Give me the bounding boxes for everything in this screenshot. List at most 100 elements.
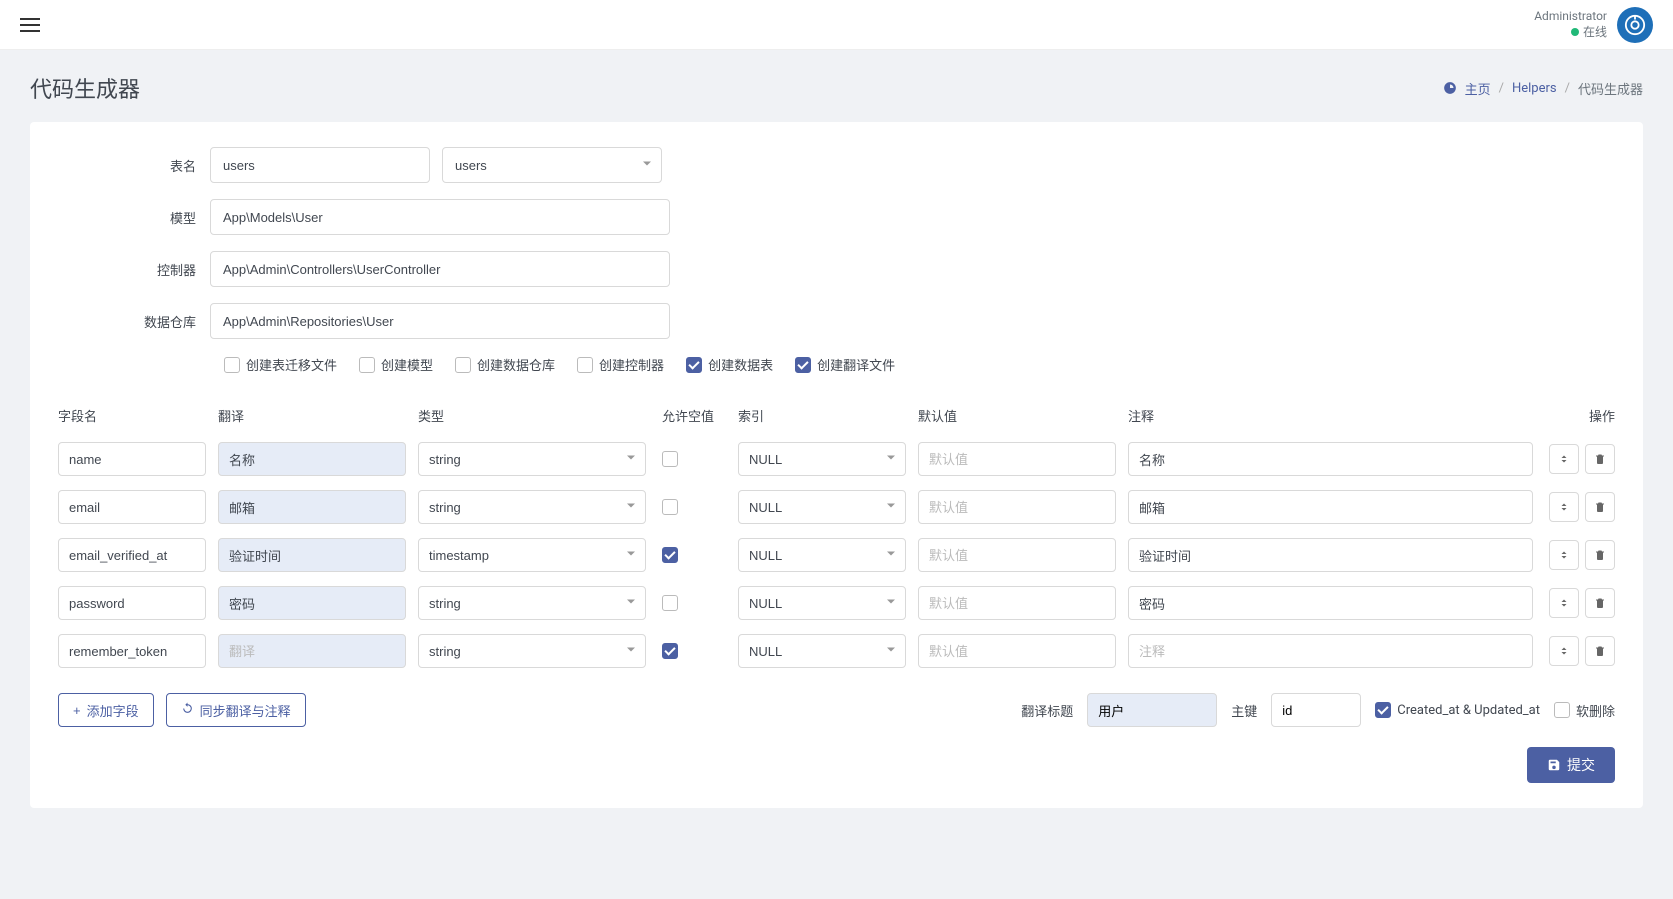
- table-row: [50, 579, 1623, 627]
- sort-button[interactable]: [1549, 540, 1579, 570]
- user-box[interactable]: Administrator 在线: [1534, 7, 1653, 43]
- breadcrumb: 主页 / Helpers / 代码生成器: [1443, 79, 1643, 98]
- field-index-select[interactable]: [738, 586, 906, 620]
- delete-button[interactable]: [1585, 540, 1615, 570]
- field-type-select[interactable]: [418, 490, 646, 524]
- user-name: Administrator: [1534, 9, 1607, 23]
- field-translation-input[interactable]: [218, 490, 406, 524]
- field-nullable-checkbox[interactable]: [662, 499, 678, 515]
- breadcrumb-home[interactable]: 主页: [1465, 79, 1491, 98]
- repo-label: 数据仓库: [50, 312, 210, 331]
- sort-icon: [1558, 645, 1570, 657]
- field-default-input[interactable]: [918, 634, 1116, 668]
- page-header: 代码生成器 主页 / Helpers / 代码生成器: [0, 50, 1673, 122]
- save-icon: [1547, 758, 1561, 772]
- breadcrumb-helpers[interactable]: Helpers: [1512, 81, 1557, 96]
- field-comment-input[interactable]: [1128, 586, 1533, 620]
- softdelete-checkbox[interactable]: 软删除: [1554, 701, 1615, 720]
- trans-title-label: 翻译标题: [1021, 701, 1073, 720]
- field-translation-input[interactable]: [218, 634, 406, 668]
- form-card: 表名 模型 控制器 数据仓库 创建表迁移文件 创建模型 创建数据仓库 创建控制器 创建数…: [30, 122, 1643, 808]
- breadcrumb-current: 代码生成器: [1578, 79, 1643, 98]
- trash-icon: [1594, 597, 1606, 609]
- field-type-select[interactable]: [418, 442, 646, 476]
- field-default-input[interactable]: [918, 538, 1116, 572]
- options-row: 创建表迁移文件 创建模型 创建数据仓库 创建控制器 创建数据表 创建翻译文件: [224, 355, 1623, 374]
- fields-table: 字段名 翻译 类型 允许空值 索引 默认值 注释 操作: [50, 396, 1623, 675]
- pk-label: 主键: [1231, 701, 1257, 720]
- field-index-select[interactable]: [738, 442, 906, 476]
- sync-button[interactable]: 同步翻译与注释: [166, 693, 306, 727]
- field-default-input[interactable]: [918, 442, 1116, 476]
- field-type-select[interactable]: [418, 538, 646, 572]
- table-row: [50, 483, 1623, 531]
- field-name-input[interactable]: [58, 538, 206, 572]
- field-index-select[interactable]: [738, 490, 906, 524]
- field-default-input[interactable]: [918, 490, 1116, 524]
- field-comment-input[interactable]: [1128, 538, 1533, 572]
- add-field-button[interactable]: + 添加字段: [58, 693, 154, 727]
- sort-button[interactable]: [1549, 588, 1579, 618]
- option-migration[interactable]: 创建表迁移文件: [224, 355, 337, 374]
- sort-button[interactable]: [1549, 636, 1579, 666]
- page-title: 代码生成器: [30, 72, 140, 104]
- th-comment: 注释: [1128, 406, 1545, 425]
- delete-button[interactable]: [1585, 444, 1615, 474]
- submit-button[interactable]: 提交: [1527, 747, 1615, 783]
- field-name-input[interactable]: [58, 442, 206, 476]
- field-nullable-checkbox[interactable]: [662, 595, 678, 611]
- table-name-input[interactable]: [210, 147, 430, 183]
- option-model[interactable]: 创建模型: [359, 355, 433, 374]
- field-nullable-checkbox[interactable]: [662, 643, 678, 659]
- controller-label: 控制器: [50, 260, 210, 279]
- table-label: 表名: [50, 156, 210, 175]
- menu-toggle[interactable]: [20, 18, 40, 32]
- delete-button[interactable]: [1585, 636, 1615, 666]
- repo-input[interactable]: [210, 303, 670, 339]
- field-type-select[interactable]: [418, 586, 646, 620]
- delete-button[interactable]: [1585, 588, 1615, 618]
- table-row: [50, 435, 1623, 483]
- trash-icon: [1594, 645, 1606, 657]
- sort-icon: [1558, 501, 1570, 513]
- plus-icon: +: [73, 703, 81, 718]
- sort-button[interactable]: [1549, 492, 1579, 522]
- field-comment-input[interactable]: [1128, 442, 1533, 476]
- field-comment-input[interactable]: [1128, 634, 1533, 668]
- topbar: Administrator 在线: [0, 0, 1673, 50]
- field-nullable-checkbox[interactable]: [662, 451, 678, 467]
- table-select[interactable]: [442, 147, 662, 183]
- trash-icon: [1594, 453, 1606, 465]
- trash-icon: [1594, 501, 1606, 513]
- field-index-select[interactable]: [738, 538, 906, 572]
- option-repository[interactable]: 创建数据仓库: [455, 355, 555, 374]
- th-index: 索引: [738, 406, 918, 425]
- sort-button[interactable]: [1549, 444, 1579, 474]
- field-comment-input[interactable]: [1128, 490, 1533, 524]
- field-translation-input[interactable]: [218, 538, 406, 572]
- field-index-select[interactable]: [738, 634, 906, 668]
- model-label: 模型: [50, 208, 210, 227]
- field-name-input[interactable]: [58, 634, 206, 668]
- option-table[interactable]: 创建数据表: [686, 355, 773, 374]
- delete-button[interactable]: [1585, 492, 1615, 522]
- timestamps-checkbox[interactable]: Created_at & Updated_at: [1375, 702, 1540, 718]
- user-status: 在线: [1583, 25, 1607, 39]
- controller-input[interactable]: [210, 251, 670, 287]
- field-nullable-checkbox[interactable]: [662, 547, 678, 563]
- field-name-input[interactable]: [58, 490, 206, 524]
- avatar[interactable]: [1617, 7, 1653, 43]
- field-default-input[interactable]: [918, 586, 1116, 620]
- pk-input[interactable]: [1271, 693, 1361, 727]
- model-input[interactable]: [210, 199, 670, 235]
- field-translation-input[interactable]: [218, 442, 406, 476]
- trans-title-input[interactable]: [1087, 693, 1217, 727]
- table-row: [50, 627, 1623, 675]
- field-name-input[interactable]: [58, 586, 206, 620]
- field-type-select[interactable]: [418, 634, 646, 668]
- th-action: 操作: [1545, 406, 1615, 425]
- field-translation-input[interactable]: [218, 586, 406, 620]
- sort-icon: [1558, 549, 1570, 561]
- option-lang[interactable]: 创建翻译文件: [795, 355, 895, 374]
- option-controller[interactable]: 创建控制器: [577, 355, 664, 374]
